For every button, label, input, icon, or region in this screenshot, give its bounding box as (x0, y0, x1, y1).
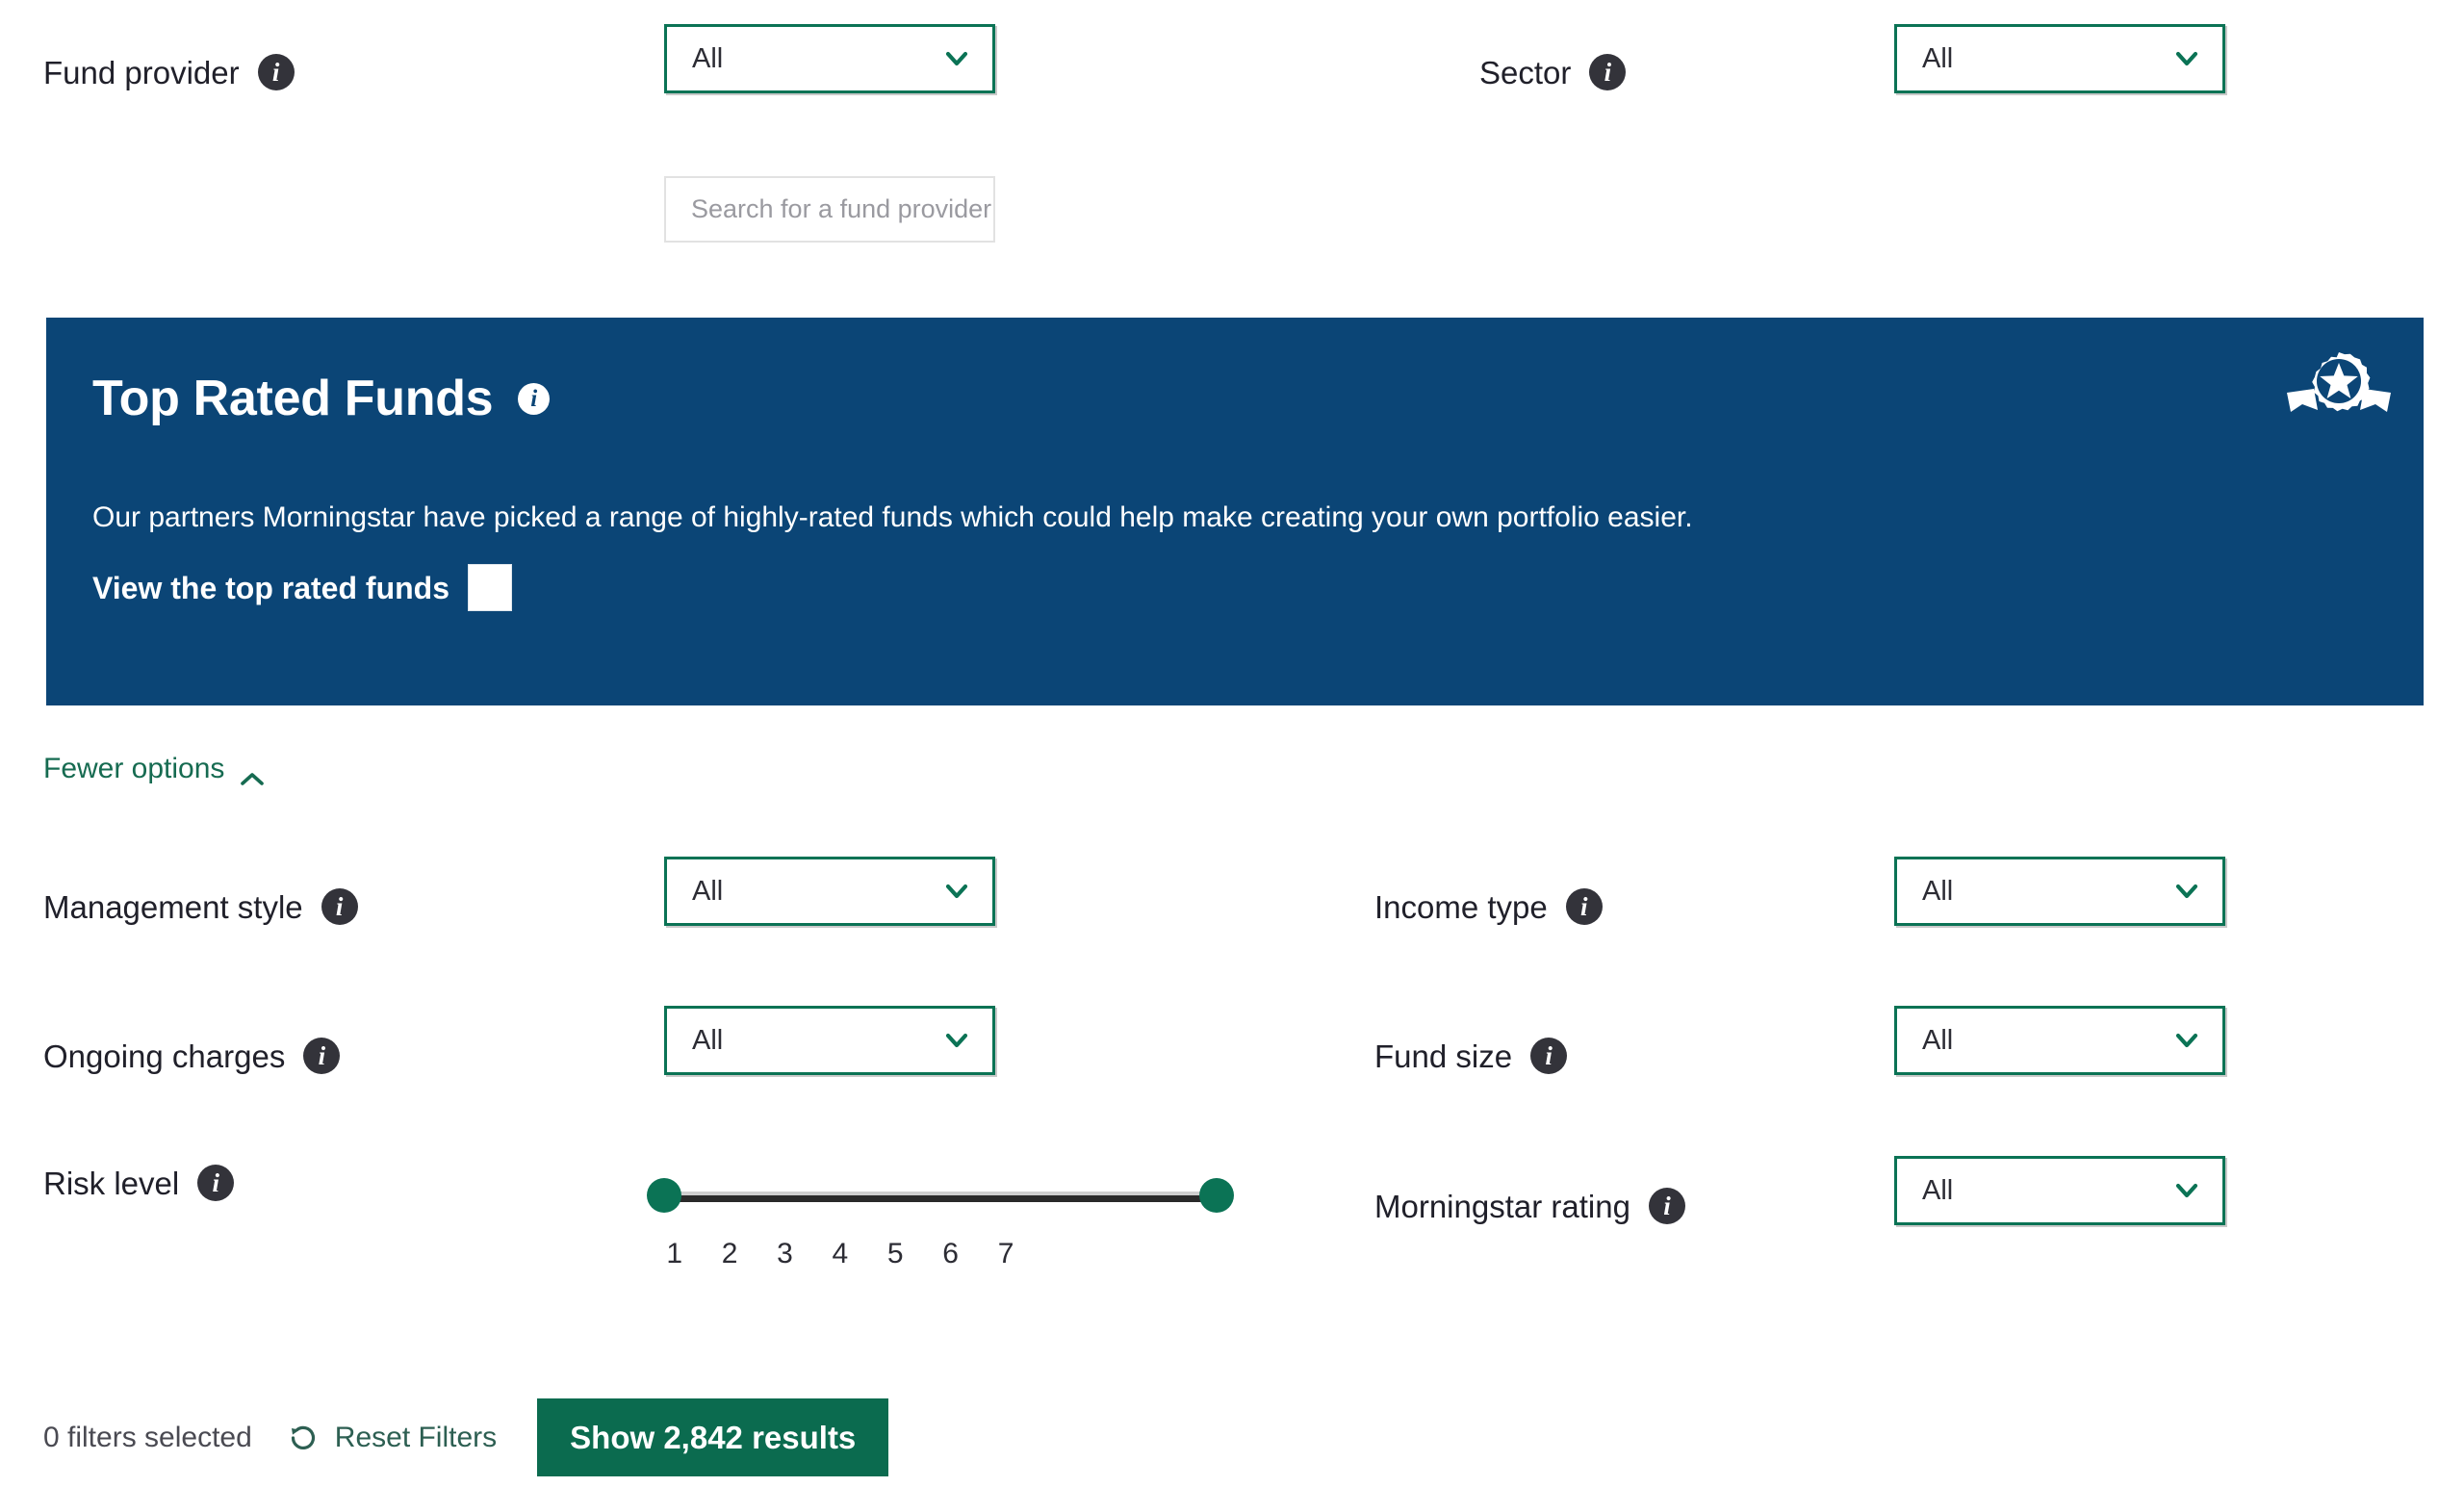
income-type-select[interactable]: All (1894, 857, 2225, 926)
risk-level-slider-fill (664, 1195, 1217, 1202)
banner-title: Top Rated Funds (92, 371, 494, 426)
banner-cta-row: View the top rated funds (92, 564, 512, 611)
management-style-select[interactable]: All (664, 857, 995, 926)
top-rated-funds-banner: Top Rated Funds i Our partners Morningst… (46, 318, 2424, 705)
risk-tick: 1 (666, 1238, 683, 1269)
filter-action-bar: 0 filters selected Reset Filters Show 2,… (43, 1398, 889, 1476)
ongoing-charges-label: Ongoing charges i (43, 1038, 341, 1074)
income-type-info-icon[interactable]: i (1565, 888, 1603, 925)
risk-tick: 7 (997, 1238, 1014, 1269)
chevron-down-icon (2174, 1178, 2199, 1203)
fund-size-select[interactable]: All (1894, 1006, 2225, 1075)
income-type-select-value: All (1922, 875, 1954, 907)
morningstar-rating-select[interactable]: All (1894, 1156, 2225, 1225)
rosette-medal-icon (2285, 350, 2393, 429)
chevron-down-icon (2174, 1028, 2199, 1053)
fund-size-label-text: Fund size (1374, 1038, 1513, 1074)
sector-label: Sector i (1479, 54, 1627, 90)
morningstar-rating-label-text: Morningstar rating (1374, 1188, 1630, 1224)
fund-provider-search-input[interactable] (664, 176, 995, 243)
morningstar-rating-info-icon[interactable]: i (1648, 1188, 1685, 1224)
income-type-label: Income type i (1374, 888, 1603, 925)
reset-filters-label: Reset Filters (334, 1421, 498, 1453)
ongoing-charges-label-text: Ongoing charges (43, 1038, 286, 1074)
fund-provider-label: Fund provider i (43, 54, 295, 90)
fund-provider-select-value: All (692, 42, 724, 74)
ongoing-charges-select[interactable]: All (664, 1006, 995, 1075)
reset-filters-button[interactable]: Reset Filters (287, 1422, 497, 1454)
top-rated-funds-info-icon[interactable]: i (518, 382, 551, 415)
management-style-info-icon[interactable]: i (321, 888, 358, 925)
fewer-options-toggle[interactable]: Fewer options (43, 753, 265, 785)
sector-select-value: All (1922, 42, 1954, 74)
risk-level-slider[interactable]: 1 2 3 4 5 6 7 (647, 1170, 1234, 1295)
risk-tick: 3 (777, 1238, 793, 1269)
management-style-select-value: All (692, 875, 724, 907)
view-top-rated-funds-toggle[interactable] (468, 564, 512, 611)
chevron-down-icon (944, 879, 969, 904)
risk-level-info-icon[interactable]: i (197, 1165, 235, 1201)
fund-filter-panel: Fund provider i All Sector i All Top Rat… (0, 0, 2464, 1487)
risk-level-label: Risk level i (43, 1165, 235, 1201)
sector-info-icon[interactable]: i (1589, 54, 1627, 90)
fund-provider-info-icon[interactable]: i (257, 54, 295, 90)
chevron-down-icon (2174, 46, 2199, 71)
fund-provider-select[interactable]: All (664, 24, 995, 93)
morningstar-rating-label: Morningstar rating i (1374, 1188, 1685, 1224)
chevron-down-icon (2174, 879, 2199, 904)
ongoing-charges-info-icon[interactable]: i (303, 1038, 341, 1074)
management-style-label: Management style i (43, 888, 358, 925)
chevron-down-icon (944, 46, 969, 71)
banner-title-row: Top Rated Funds i (92, 371, 551, 426)
sector-select[interactable]: All (1894, 24, 2225, 93)
view-top-rated-funds-label: View the top rated funds (92, 570, 449, 605)
chevron-down-icon (944, 1028, 969, 1053)
fund-size-info-icon[interactable]: i (1530, 1038, 1568, 1074)
show-results-button[interactable]: Show 2,842 results (537, 1398, 889, 1476)
risk-tick: 5 (886, 1238, 904, 1269)
reset-circular-arrow-icon (287, 1422, 320, 1454)
banner-description: Our partners Morningstar have picked a r… (92, 501, 1693, 533)
sector-label-text: Sector (1479, 54, 1572, 90)
risk-tick: 6 (942, 1238, 959, 1269)
chevron-up-icon (240, 761, 265, 785)
fund-provider-label-text: Fund provider (43, 54, 240, 90)
fund-size-select-value: All (1922, 1024, 1954, 1056)
risk-level-label-text: Risk level (43, 1165, 180, 1201)
risk-level-slider-handle-min[interactable] (647, 1178, 681, 1213)
fewer-options-label: Fewer options (43, 753, 225, 784)
risk-level-slider-ticks: 1 2 3 4 5 6 7 (647, 1238, 1234, 1270)
risk-tick: 4 (832, 1238, 849, 1269)
morningstar-rating-select-value: All (1922, 1174, 1954, 1206)
income-type-label-text: Income type (1374, 888, 1548, 925)
fund-size-label: Fund size i (1374, 1038, 1568, 1074)
ongoing-charges-select-value: All (692, 1024, 724, 1056)
risk-tick: 2 (721, 1238, 738, 1269)
management-style-label-text: Management style (43, 888, 303, 925)
filters-selected-count: 0 filters selected (43, 1421, 252, 1453)
risk-level-slider-handle-max[interactable] (1199, 1178, 1234, 1213)
